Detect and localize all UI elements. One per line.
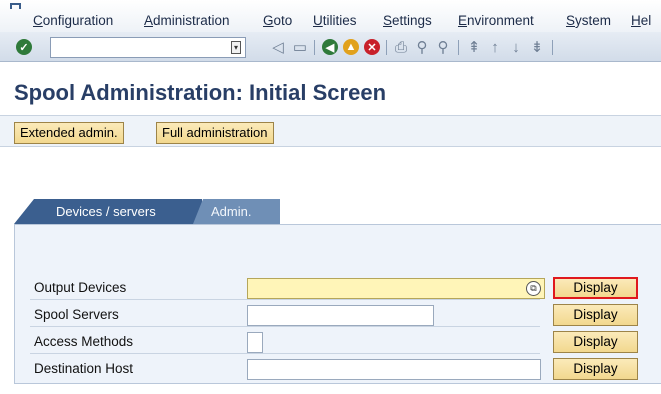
page-title: Spool Administration: Initial Screen <box>14 80 387 105</box>
access-methods-input[interactable] <box>248 333 262 352</box>
menu-help[interactable]: Hel <box>631 13 651 28</box>
display-destination-host-button[interactable]: Display <box>553 358 638 380</box>
menu-bar: Configuration Administration Goto Utilit… <box>0 0 661 32</box>
extended-admin-button[interactable]: Extended admin. <box>14 122 124 144</box>
search-help-icon[interactable]: ⧉ <box>526 281 541 296</box>
cancel-icon[interactable]: ✕ <box>364 39 380 55</box>
destination-host-input[interactable] <box>248 360 540 379</box>
toolbar-separator <box>314 40 315 55</box>
command-input[interactable] <box>51 38 226 57</box>
menu-system[interactable]: System <box>566 13 611 28</box>
tab-devices-servers[interactable]: Devices / servers <box>14 199 202 224</box>
previous-page-icon[interactable]: ↑ <box>487 39 503 56</box>
find-icon[interactable]: ⚲ <box>414 39 430 56</box>
application-toolbar: Extended admin. Full administration <box>0 115 661 147</box>
menu-utilities[interactable]: Utilities <box>313 13 357 28</box>
row-divider <box>30 299 540 300</box>
output-devices-input[interactable] <box>248 279 544 298</box>
menu-environment[interactable]: Environment <box>458 13 534 28</box>
print-icon[interactable]: ⎙ <box>393 39 409 56</box>
destination-host-label: Destination Host <box>34 361 134 376</box>
toolbar-separator <box>458 40 459 55</box>
full-administration-button[interactable]: Full administration <box>156 122 274 144</box>
enter-icon[interactable]: ✓ <box>16 39 32 55</box>
last-page-icon[interactable]: ⇟ <box>529 39 545 56</box>
spool-servers-input[interactable] <box>248 306 433 325</box>
row-divider <box>30 353 540 354</box>
standard-toolbar: ✓ ▾ ◁ ▭ ◀ ▲ ✕ ⎙ ⚲ ⚲ ⇞ ↑ ↓ ⇟ <box>0 32 661 62</box>
menu-settings[interactable]: Settings <box>383 13 432 28</box>
toolbar-separator <box>552 40 553 55</box>
next-page-icon[interactable]: ↓ <box>508 39 524 56</box>
access-methods-field[interactable] <box>247 332 263 353</box>
first-page-icon[interactable]: ⇞ <box>466 39 482 56</box>
display-output-devices-button[interactable]: Display <box>553 277 638 299</box>
window-menu-icon[interactable] <box>10 3 21 9</box>
exit-icon[interactable]: ▲ <box>343 39 359 55</box>
row-divider <box>30 326 540 327</box>
save-icon[interactable]: ▭ <box>292 39 308 56</box>
menu-administration[interactable]: Administration <box>144 13 230 28</box>
find-next-icon[interactable]: ⚲ <box>435 39 451 56</box>
back-arrow-icon[interactable]: ◁ <box>270 39 286 56</box>
toolbar-separator <box>386 40 387 55</box>
display-spool-servers-button[interactable]: Display <box>553 304 638 326</box>
menu-goto[interactable]: Goto <box>263 13 292 28</box>
back-icon[interactable]: ◀ <box>322 39 338 55</box>
menu-configuration[interactable]: Configuration <box>33 13 113 28</box>
command-field[interactable]: ▾ <box>50 37 246 58</box>
output-devices-label: Output Devices <box>34 280 127 295</box>
tab-admin[interactable]: Admin. <box>193 199 280 224</box>
access-methods-label: Access Methods <box>34 334 134 349</box>
display-access-methods-button[interactable]: Display <box>553 331 638 353</box>
destination-host-field[interactable] <box>247 359 541 380</box>
output-devices-field[interactable]: ⧉ <box>247 278 545 299</box>
spool-servers-field[interactable] <box>247 305 434 326</box>
command-history-icon[interactable]: ▾ <box>231 41 241 54</box>
spool-servers-label: Spool Servers <box>34 307 119 322</box>
